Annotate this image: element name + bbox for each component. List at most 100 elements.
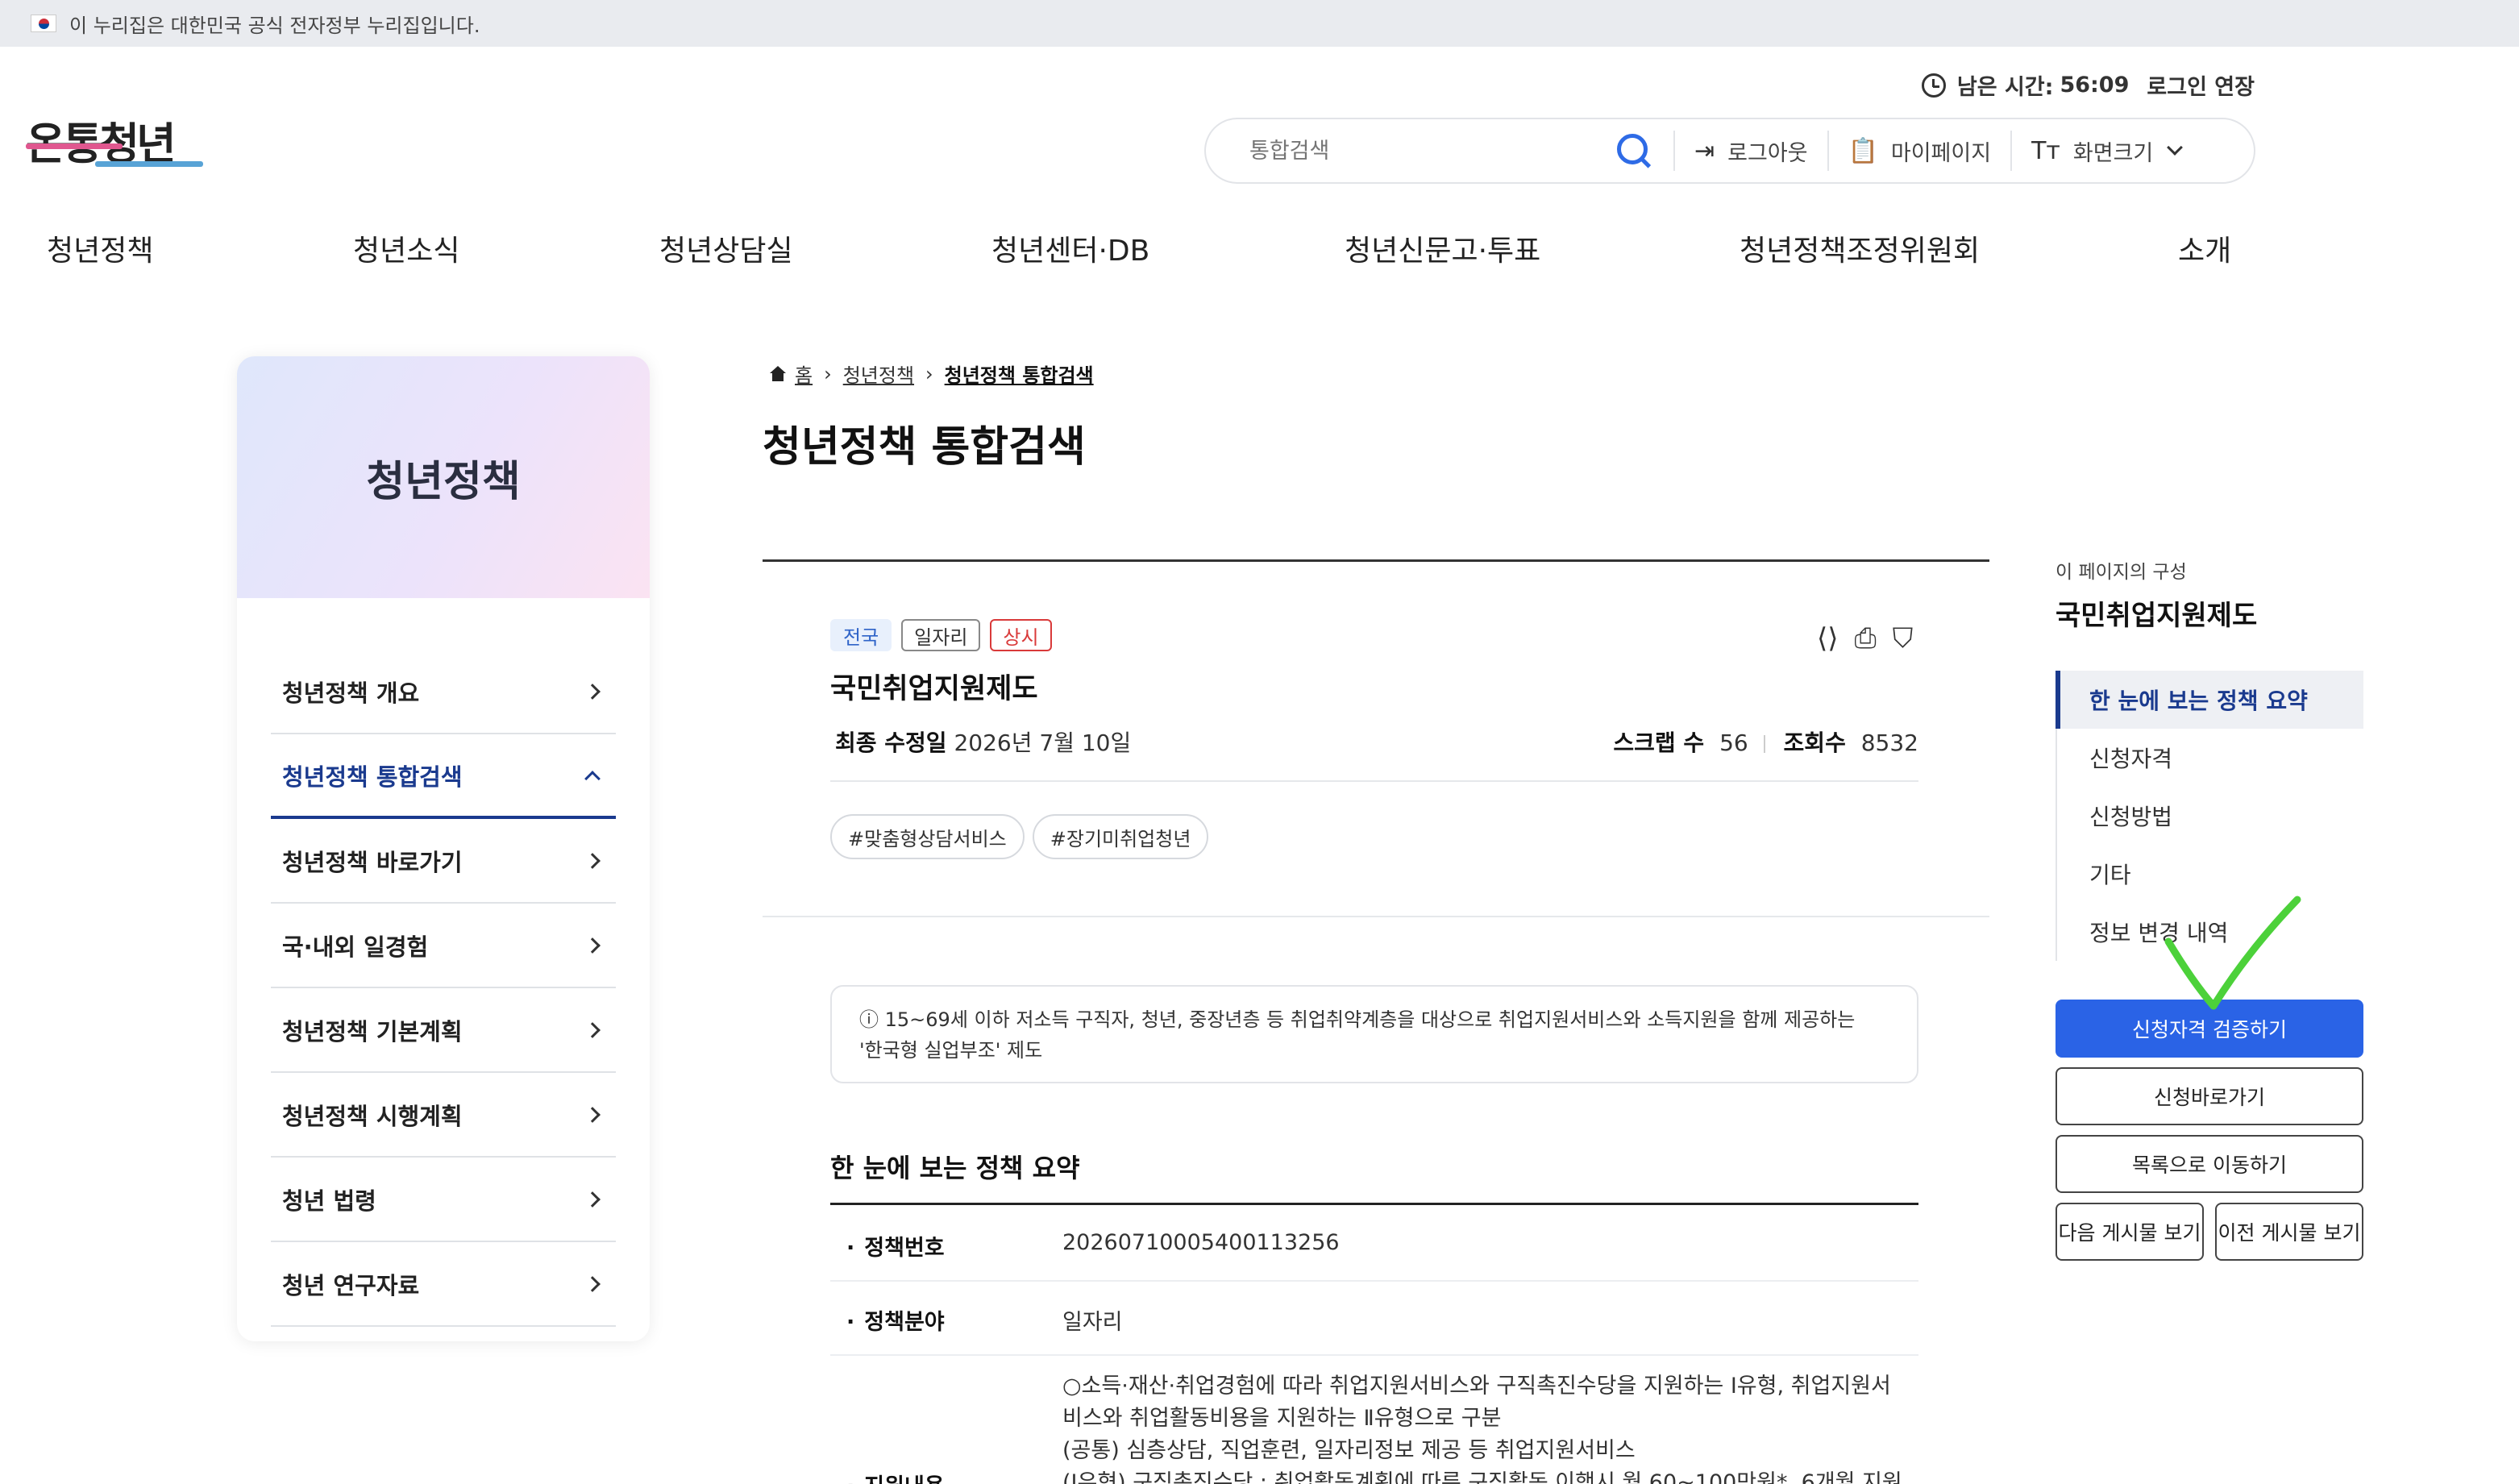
scrap-count-value: 56 (1719, 730, 1748, 756)
side-nav-item-label: 청년정책 통합검색 (282, 763, 463, 791)
side-nav-item-laws[interactable]: 청년 법령 (271, 1158, 616, 1242)
policy-tags: 전국 일자리 상시 (830, 619, 1062, 651)
policy-name: 국민취업지원제도 (830, 673, 1038, 705)
home-icon (769, 365, 787, 382)
toc-item-other[interactable]: 기타 (2057, 845, 2363, 903)
breadcrumb-separator: › (824, 362, 832, 385)
print-icon[interactable]: ⎙ (1855, 622, 1877, 655)
period-tag: 상시 (990, 619, 1052, 651)
summary-row-policy-field: 정책분야 일자리 (830, 1282, 1918, 1356)
support-line: (공통) 심층상담, 직업훈련, 일자리정보 제공 등 취업지원서비스 (1062, 1438, 1636, 1463)
logo-accent-pink (26, 143, 123, 149)
breadcrumb-home[interactable]: 홈 (795, 360, 813, 388)
toc-item-summary[interactable]: 한 눈에 보는 정책 요약 (2056, 671, 2363, 729)
summary-row-support-content: 지원내용 ○소득·재산·취업경험에 따라 취업지원서비스와 구직촉진수당을 지원… (830, 1356, 1918, 1484)
hashtag-chip[interactable]: #장기미취업청년 (1032, 814, 1209, 859)
summary-key: 정책분야 (846, 1304, 944, 1336)
toc-item-eligibility[interactable]: 신청자격 (2057, 729, 2363, 787)
chevron-right-icon (584, 1106, 601, 1123)
side-navigation: 청년정책 청년정책 개요 청년정책 통합검색 청년정책 바로가기 국·내외 일경… (237, 356, 650, 1341)
apply-now-button[interactable]: 신청바로가기 (2056, 1067, 2363, 1125)
divider (1827, 131, 1829, 171)
logout-icon: ⇥ (1694, 136, 1715, 165)
logout-button[interactable]: ⇥ 로그아웃 (1694, 135, 1808, 167)
gnb-petition-vote[interactable]: 청년신문고·투표 (1345, 227, 1540, 269)
last-updated: 최종 수정일 2026년 7월 10일 (835, 725, 1131, 758)
last-updated-label: 최종 수정일 (835, 730, 947, 756)
side-nav-item-overview[interactable]: 청년정책 개요 (271, 650, 616, 734)
hashtag-chip[interactable]: #맞춤형상담서비스 (830, 814, 1025, 859)
summary-title: 한 눈에 보는 정책 요약 (830, 1153, 1080, 1183)
side-nav-item-action-plan[interactable]: 청년정책 시행계획 (271, 1073, 616, 1158)
breadcrumb-current[interactable]: 청년정책 통합검색 (945, 360, 1094, 388)
side-nav-item-label: 청년정책 개요 (282, 679, 420, 707)
chevron-up-icon (584, 770, 601, 787)
gov-banner-text: 이 누리집은 대한민국 공식 전자정부 누리집입니다. (69, 14, 480, 37)
meta-divider (830, 780, 1918, 782)
chevron-right-icon (584, 852, 601, 869)
description-line: '한국형 실업부조' 제도 (859, 1039, 1043, 1062)
summary-key: 정책번호 (846, 1230, 944, 1262)
view-count-label: 조회수 (1783, 730, 1846, 756)
search-input[interactable] (1249, 127, 1604, 175)
scrap-count-label: 스크랩 수 (1613, 730, 1705, 756)
main-navigation: 청년정책 청년소식 청년상담실 청년센터·DB 청년신문고·투표 청년정책조정위… (0, 227, 2257, 276)
hashtag-list: #맞춤형상담서비스 #장기미취업청년 (830, 814, 1216, 859)
title-divider (763, 559, 1989, 562)
gnb-youth-news[interactable]: 청년소식 (353, 227, 459, 269)
page-toc: 한 눈에 보는 정책 요약 신청자격 신청방법 기타 정보 변경 내역 (2056, 671, 2363, 961)
side-nav-item-integrated-search[interactable]: 청년정책 통합검색 (271, 734, 616, 819)
back-to-list-button[interactable]: 목록으로 이동하기 (2056, 1135, 2363, 1193)
side-nav-title: 청년정책 (237, 356, 650, 598)
search-icon[interactable] (1614, 131, 1654, 171)
font-size-dropdown[interactable]: Tт 화면크기 (2031, 135, 2184, 167)
site-logo[interactable]: 온통청년 (26, 108, 203, 185)
policy-actions: ⟨⟩ ⎙ ⛉ (1801, 622, 1913, 655)
side-nav-item-label: 청년 연구자료 (282, 1271, 420, 1299)
divider (2010, 131, 2013, 171)
card-divider (763, 916, 1989, 917)
gnb-policy-committee[interactable]: 청년정책조정위원회 (1740, 227, 1980, 269)
side-nav-item-label: 청년정책 시행계획 (282, 1102, 463, 1130)
page-title: 청년정책 통합검색 (763, 423, 1086, 472)
side-nav-item-label: 청년정책 바로가기 (282, 848, 463, 876)
chevron-right-icon (584, 683, 601, 700)
view-count-value: 8532 (1860, 730, 1918, 756)
next-post-button[interactable]: 다음 게시물 보기 (2056, 1203, 2204, 1261)
logout-label: 로그아웃 (1727, 140, 1808, 166)
divider (1673, 131, 1675, 171)
gnb-about[interactable]: 소개 (2178, 227, 2231, 269)
side-nav-item-work-experience[interactable]: 국·내외 일경험 (271, 904, 616, 988)
share-icon[interactable]: ⟨⟩ (1817, 622, 1839, 655)
gnb-youth-policy[interactable]: 청년정책 (47, 227, 153, 269)
side-nav-item-label: 청년 법령 (282, 1187, 376, 1215)
font-size-label: 화면크기 (2072, 140, 2154, 166)
logo-accent-blue (95, 161, 203, 167)
summary-row-policy-number: 정책번호 20260710005400113256 (830, 1208, 1918, 1282)
side-nav-item-shortcuts[interactable]: 청년정책 바로가기 (271, 819, 616, 904)
chevron-right-icon (584, 1275, 601, 1292)
breadcrumb-youth-policy[interactable]: 청년정책 (843, 360, 914, 388)
mypage-button[interactable]: 📋 마이페이지 (1848, 135, 1992, 167)
gnb-counseling[interactable]: 청년상담실 (659, 227, 793, 269)
side-nav-item-basic-plan[interactable]: 청년정책 기본계획 (271, 988, 616, 1073)
side-nav-item-label: 국·내외 일경험 (282, 933, 429, 961)
toc-item-how-to-apply[interactable]: 신청방법 (2057, 787, 2363, 845)
category-tag: 일자리 (901, 619, 981, 651)
verify-eligibility-button[interactable]: 신청자격 검증하기 (2056, 1000, 2363, 1058)
breadcrumb: 홈 › 청년정책 › 청년정책 통합검색 (769, 360, 1094, 388)
description-text: 15~69세 이하 저소득 구직자, 청년, 중장년층 등 취업취약계층을 대상… (884, 1008, 1856, 1031)
chevron-down-icon (2167, 139, 2184, 156)
toc-item-change-history[interactable]: 정보 변경 내역 (2057, 903, 2363, 961)
session-timer: 남은 시간: 56:09 로그인 연장 (1921, 69, 2255, 101)
region-tag: 전국 (830, 619, 892, 651)
bookmark-icon[interactable]: ⛉ (1893, 622, 1914, 655)
side-nav-item-research[interactable]: 청년 연구자료 (271, 1242, 616, 1327)
prev-post-button[interactable]: 이전 게시물 보기 (2215, 1203, 2363, 1261)
gnb-youth-center-db[interactable]: 청년센터·DB (991, 227, 1149, 269)
mypage-label: 마이페이지 (1890, 140, 1992, 166)
extend-login-button[interactable]: 로그인 연장 (2147, 69, 2255, 101)
description-line: ⓘ 15~69세 이하 저소득 구직자, 청년, 중장년층 등 취업취약계층을 … (859, 1004, 1889, 1035)
toc-caption: 이 페이지의 구성 (2056, 562, 2187, 583)
breadcrumb-separator: › (925, 362, 933, 385)
